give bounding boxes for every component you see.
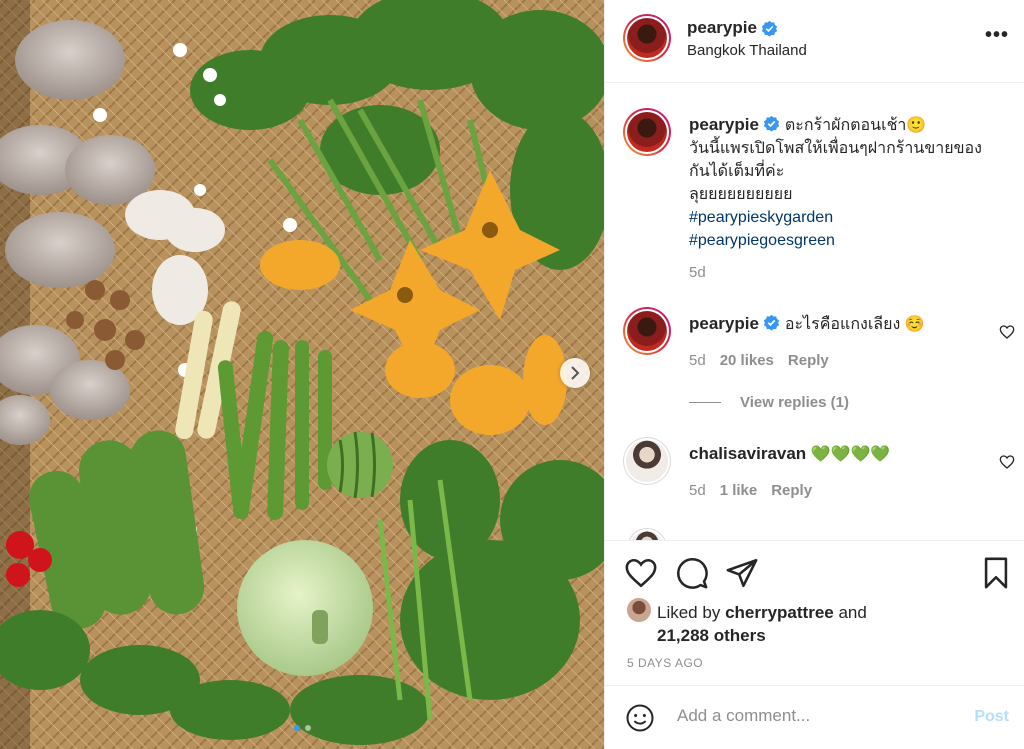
add-comment-bar: Post bbox=[605, 685, 1024, 749]
reply-button[interactable]: Reply bbox=[771, 482, 812, 499]
verified-badge-icon bbox=[761, 20, 778, 37]
comment-meta: 5d 1 like Reply bbox=[689, 482, 812, 499]
verified-badge-icon bbox=[764, 314, 780, 331]
view-replies-button[interactable]: View replies (1) bbox=[740, 394, 849, 411]
carousel-dots bbox=[0, 725, 604, 731]
reply-button[interactable]: Reply bbox=[788, 352, 829, 369]
vegetable-basket-image bbox=[0, 0, 604, 749]
carousel-dot bbox=[304, 725, 311, 731]
caption-time[interactable]: 5d bbox=[689, 264, 706, 281]
heart-icon[interactable] bbox=[624, 556, 658, 590]
like-comment-heart-icon[interactable] bbox=[999, 324, 1015, 340]
likes-count-link[interactable]: 21,288 others bbox=[657, 626, 766, 645]
post-comment-button[interactable]: Post bbox=[974, 708, 1009, 726]
more-options-button[interactable]: ••• bbox=[985, 24, 1009, 47]
post-photo[interactable] bbox=[0, 0, 604, 749]
avatar[interactable] bbox=[627, 528, 667, 540]
replies-divider bbox=[689, 402, 721, 403]
next-photo-button[interactable] bbox=[560, 358, 590, 388]
avatar[interactable] bbox=[623, 437, 671, 485]
post-side-panel: pearypie Bangkok Thailand ••• pearypie ต… bbox=[604, 0, 1024, 749]
comment-input[interactable] bbox=[677, 706, 957, 726]
comment-bubble-icon[interactable] bbox=[675, 556, 709, 590]
verified-badge-icon bbox=[764, 115, 780, 132]
location-link[interactable]: Bangkok Thailand bbox=[687, 42, 807, 59]
username-link[interactable]: pearypie bbox=[687, 18, 757, 38]
liked-by-and: and bbox=[838, 603, 867, 622]
caption-line: ตะกร้าผักตอนเช้า🙂 bbox=[784, 117, 927, 134]
bookmark-icon[interactable] bbox=[979, 556, 1013, 590]
liked-by-prefix: Liked by bbox=[657, 603, 721, 622]
comment-username[interactable]: pearypie bbox=[689, 314, 759, 333]
chevron-right-icon bbox=[571, 366, 580, 380]
caption-line: กันได้เต็มที่ค่ะ bbox=[689, 163, 785, 180]
caption: pearypie ตะกร้าผักตอนเช้า🙂 วันนี้แพรเปิด… bbox=[689, 113, 1009, 252]
comment-username[interactable]: chalisaviravan bbox=[689, 444, 806, 463]
hashtag-link[interactable]: #pearypieskygarden bbox=[689, 209, 833, 226]
comment-likes[interactable]: 20 likes bbox=[720, 352, 774, 369]
post-header: pearypie Bangkok Thailand ••• bbox=[605, 0, 1024, 83]
caption-meta: 5d bbox=[689, 264, 706, 281]
comment: pearypie อะไรคือแกงเลียง ☺️ bbox=[689, 312, 989, 336]
liked-by-user-link[interactable]: cherrypattree bbox=[725, 603, 834, 622]
liked-by-text: Liked by cherrypattree and 21,288 others bbox=[657, 601, 867, 647]
view-replies-label: View replies (1) bbox=[740, 394, 849, 411]
post-date[interactable]: 5 DAYS AGO bbox=[627, 656, 703, 670]
comment-time[interactable]: 5d bbox=[689, 482, 706, 499]
comment-text: 💚💚💚💚 bbox=[810, 446, 891, 463]
caption-line: ลุยยยยยยยยยย bbox=[689, 186, 793, 203]
avatar[interactable] bbox=[623, 307, 671, 355]
comment-time[interactable]: 5d bbox=[689, 352, 706, 369]
comment-likes[interactable]: 1 like bbox=[720, 482, 758, 499]
avatar[interactable] bbox=[623, 108, 671, 156]
like-comment-heart-icon[interactable] bbox=[999, 454, 1015, 470]
comment-meta: 5d 20 likes Reply bbox=[689, 352, 829, 369]
comments-list[interactable]: pearypie ตะกร้าผักตอนเช้า🙂 วันนี้แพรเปิด… bbox=[605, 84, 1024, 540]
liked-by-avatar[interactable] bbox=[627, 598, 651, 622]
post-actions: Liked by cherrypattree and 21,288 others… bbox=[605, 540, 1024, 685]
paper-plane-icon[interactable] bbox=[725, 556, 759, 590]
avatar[interactable] bbox=[623, 14, 671, 62]
header-user: pearypie bbox=[687, 18, 778, 38]
smiley-icon[interactable] bbox=[625, 703, 655, 733]
comment: chalisaviravan 💚💚💚💚 bbox=[689, 442, 989, 466]
caption-line: วันนี้แพรเปิดโพสให้เพื่อนๆฝากร้านขายของ bbox=[689, 140, 982, 157]
hashtag-link[interactable]: #pearypiegoesgreen bbox=[689, 232, 835, 249]
comment-text: อะไรคือแกงเลียง ☺️ bbox=[784, 316, 925, 333]
caption-username[interactable]: pearypie bbox=[689, 115, 759, 134]
carousel-dot bbox=[293, 725, 300, 731]
